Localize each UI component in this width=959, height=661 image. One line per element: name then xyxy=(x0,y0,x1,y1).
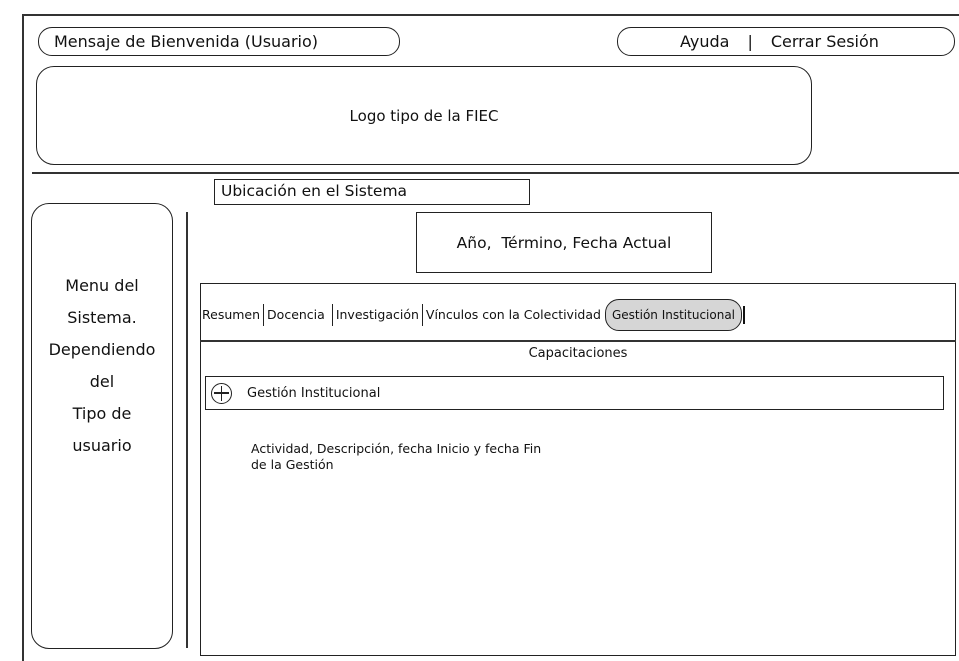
date-term-info: Año, Término, Fecha Actual xyxy=(416,212,712,273)
left-border xyxy=(22,14,24,661)
logout-link[interactable]: Cerrar Sesión xyxy=(771,32,879,51)
user-links: Ayuda | Cerrar Sesión xyxy=(617,27,955,56)
breadcrumb-text: Ubicación en el Sistema xyxy=(221,182,408,200)
welcome-message-text: Mensaje de Bienvenida (Usuario) xyxy=(54,32,319,51)
section-title-text: Capacitaciones xyxy=(528,345,628,361)
tab-investigacion[interactable]: Investigación xyxy=(331,304,422,326)
section-title: Capacitaciones xyxy=(200,343,956,363)
help-link[interactable]: Ayuda xyxy=(680,32,729,51)
activity-description: Actividad, Descripción, fecha Inicio y f… xyxy=(251,441,751,473)
top-border xyxy=(22,14,959,16)
sidebar-line: Dependiendo xyxy=(48,340,156,359)
expand-plus-icon[interactable] xyxy=(211,382,232,404)
tab-bar: Resumen Docencia Investigación Vínculos … xyxy=(202,295,746,335)
expander-row[interactable]: Gestión Institucional xyxy=(205,376,944,410)
sidebar-line: usuario xyxy=(72,436,132,455)
tab-bar-end-marker xyxy=(743,306,746,324)
tab-docencia[interactable]: Docencia xyxy=(263,304,328,326)
logo-placeholder: Logo tipo de la FIEC xyxy=(36,66,812,165)
link-separator: | xyxy=(747,32,753,51)
logo-text: Logo tipo de la FIEC xyxy=(349,106,499,125)
tab-gestion-institucional[interactable]: Gestión Institucional xyxy=(604,299,743,331)
date-term-text: Año, Término, Fecha Actual xyxy=(456,233,672,252)
sidebar-line: del xyxy=(89,372,115,391)
expander-label: Gestión Institucional xyxy=(247,385,381,401)
description-line: Actividad, Descripción, fecha Inicio y f… xyxy=(251,441,542,456)
sidebar-divider xyxy=(186,212,188,648)
sidebar-line: Menu del xyxy=(65,276,139,295)
description-line: de la Gestión xyxy=(251,457,334,472)
sidebar-menu-text: Menu del Sistema. Dependiendo del Tipo d… xyxy=(32,270,172,462)
sidebar-line: Tipo de xyxy=(72,404,132,423)
sidebar-menu[interactable]: Menu del Sistema. Dependiendo del Tipo d… xyxy=(31,203,173,649)
tab-vinculos[interactable]: Vínculos con la Colectividad xyxy=(421,304,604,326)
breadcrumb: Ubicación en el Sistema xyxy=(214,179,530,205)
tab-resumen[interactable]: Resumen xyxy=(202,304,263,326)
sidebar-line: Sistema. xyxy=(67,308,137,327)
header-divider xyxy=(32,172,959,174)
tab-bar-divider xyxy=(200,340,956,342)
welcome-message: Mensaje de Bienvenida (Usuario) xyxy=(38,27,400,56)
